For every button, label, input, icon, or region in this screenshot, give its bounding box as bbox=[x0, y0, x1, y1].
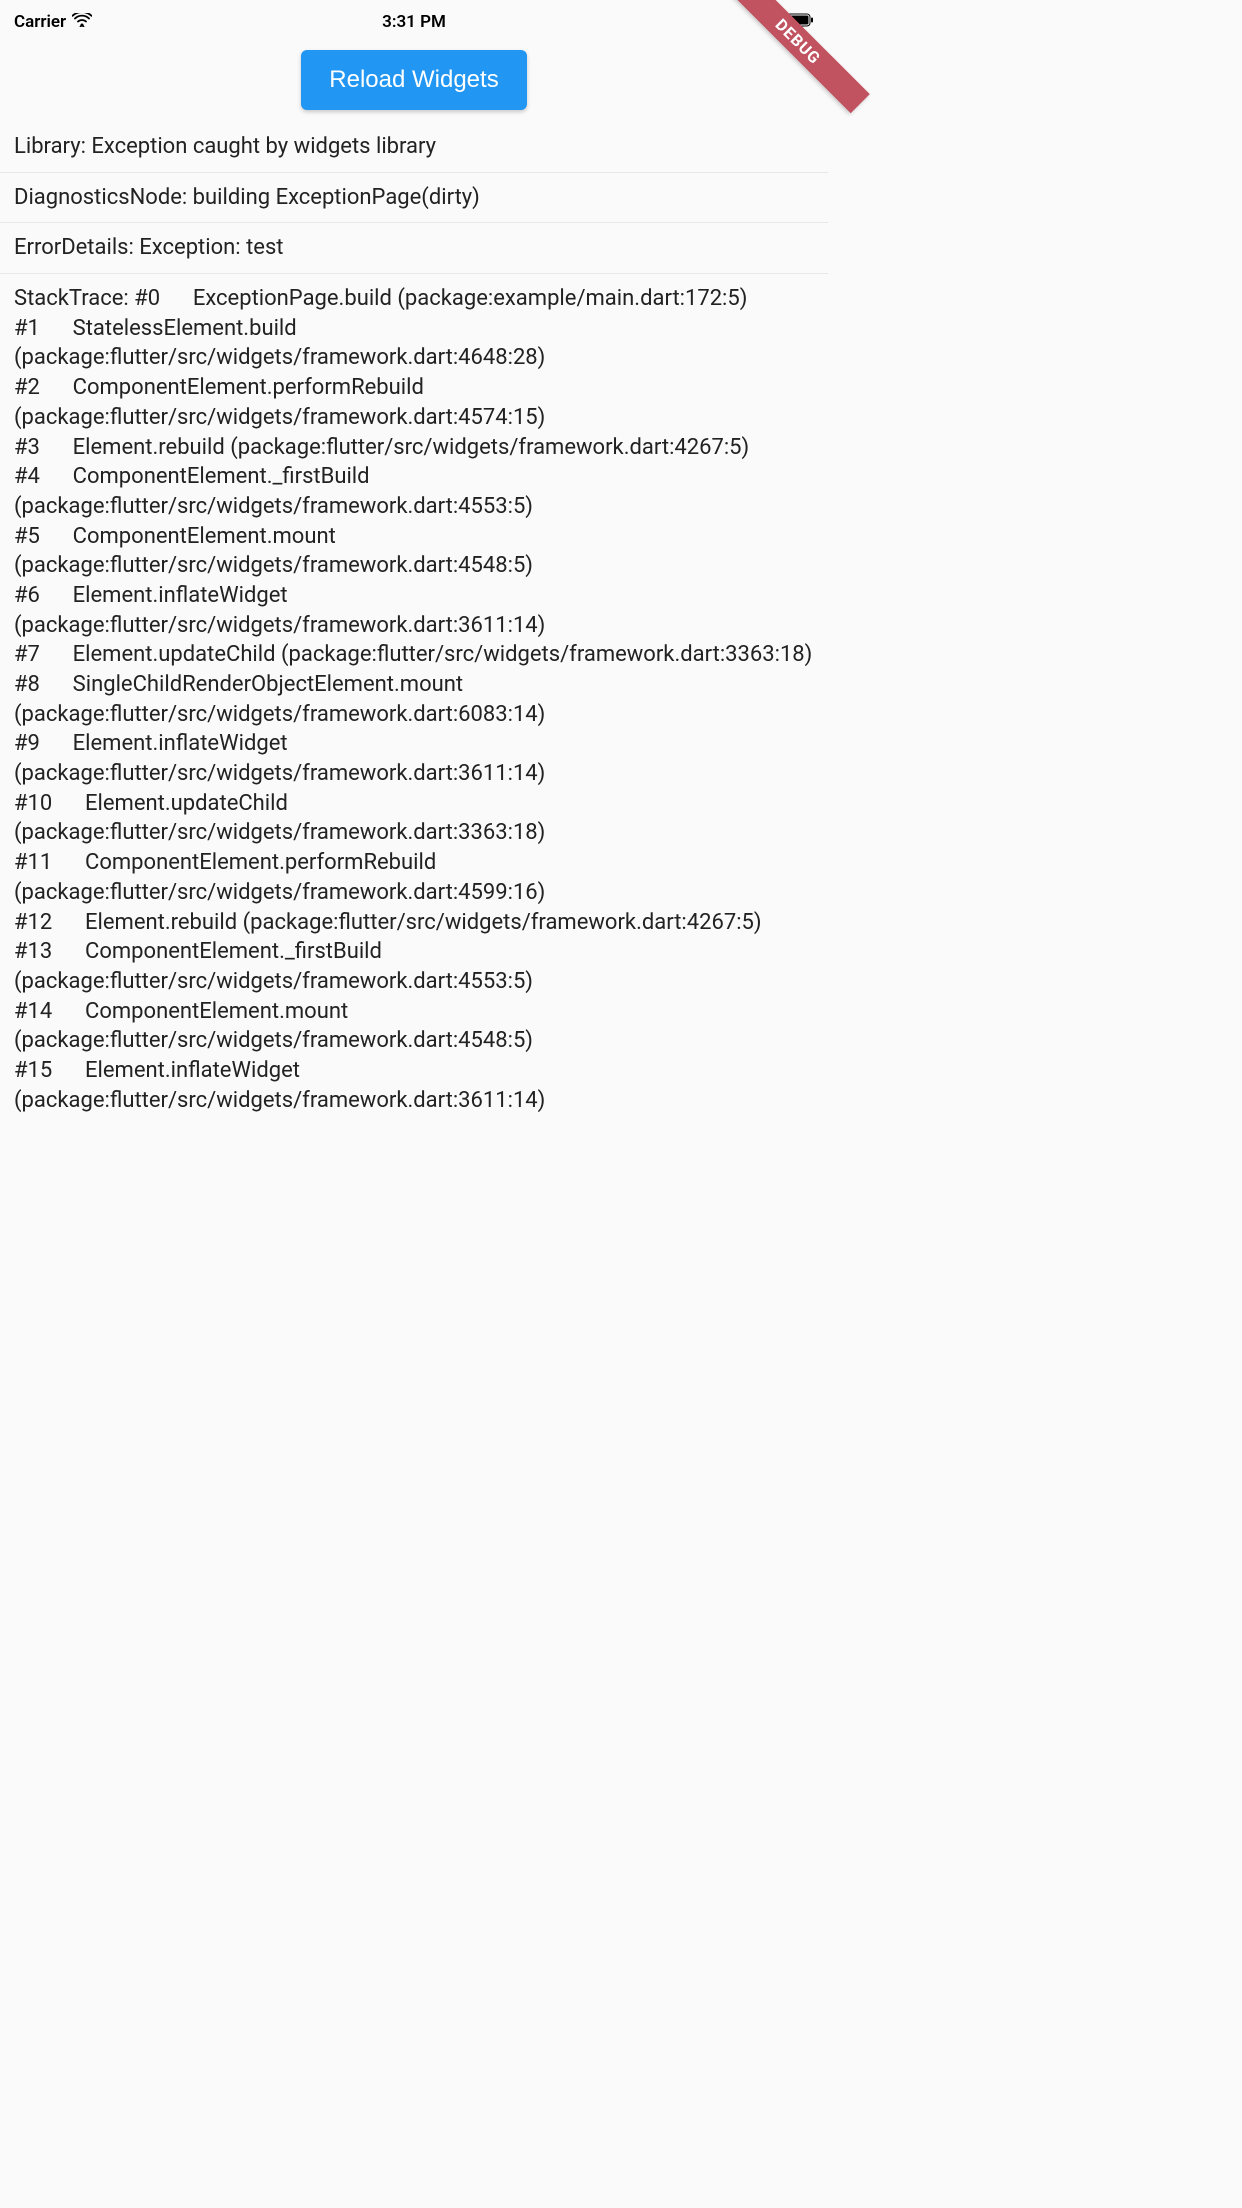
error-details: ErrorDetails: Exception: test bbox=[0, 223, 828, 274]
error-diagnostics-node: DiagnosticsNode: building ExceptionPage(… bbox=[0, 173, 828, 224]
error-library: Library: Exception caught by widgets lib… bbox=[0, 122, 828, 173]
carrier-label: Carrier bbox=[14, 12, 66, 32]
wifi-icon bbox=[72, 12, 92, 32]
status-bar-time: 3:31 PM bbox=[382, 12, 446, 32]
status-bar: Carrier 3:31 PM bbox=[0, 0, 828, 40]
error-stack-trace: StackTrace: #0 ExceptionPage.build (pack… bbox=[0, 274, 828, 1125]
reload-widgets-button[interactable]: Reload Widgets bbox=[301, 50, 526, 110]
error-list: Library: Exception caught by widgets lib… bbox=[0, 122, 828, 1125]
status-bar-left: Carrier bbox=[14, 12, 92, 32]
